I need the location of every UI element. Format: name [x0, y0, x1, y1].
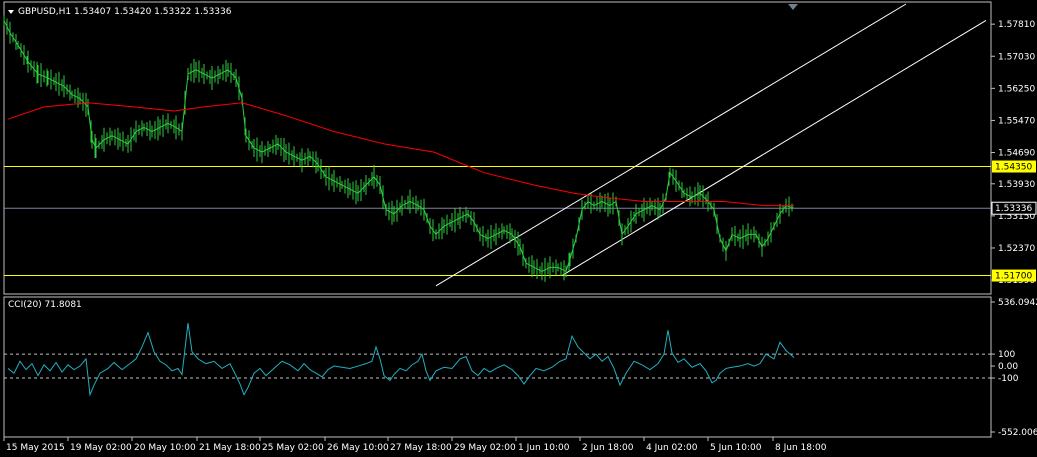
cci-label: CCI(20) 71.8081: [8, 300, 82, 310]
hline-price-label: 1.51700: [995, 272, 1032, 282]
hline-price-label: 1.54350: [995, 163, 1032, 173]
trading-chart[interactable]: 1.57810 1.57030 1.56250 1.55470 1.54690 1.539…: [0, 0, 1037, 457]
time-tick-label: 2 Jun 18:00: [582, 443, 634, 453]
time-tick-label: 20 May 10:00: [134, 443, 196, 453]
price-axis: 1.57810 1.57030 1.56250 1.55470 1.54690 1.539…: [991, 20, 1035, 286]
price-tick-label: 1.55470: [998, 116, 1035, 126]
bid-price-label: 1.53336: [995, 204, 1032, 214]
cci-tick-label: 536.0942: [998, 298, 1037, 308]
cci-tick-label: -552.0064: [998, 428, 1037, 438]
cci-tick-label: 0.00: [998, 362, 1018, 372]
cci-tick-label: 100: [998, 350, 1015, 360]
time-tick-label: 29 May 02:00: [454, 443, 516, 453]
cci-tick-label: -100: [998, 374, 1019, 384]
price-tick-label: 1.54690: [998, 149, 1035, 159]
price-tick-label: 1.57810: [998, 20, 1035, 30]
time-tick-label: 8 Jun 18:00: [775, 443, 827, 453]
price-tick-label: 1.53930: [998, 180, 1035, 190]
price-tick-label: 1.56250: [998, 84, 1035, 94]
time-tick-label: 26 May 10:00: [327, 443, 389, 453]
time-tick-label: 1 Jun 10:00: [518, 443, 570, 453]
price-tick-label: 1.57030: [998, 52, 1035, 62]
time-tick-label: 15 May 2015: [6, 443, 65, 453]
price-tick-label: 1.52370: [998, 244, 1035, 254]
symbol-header[interactable]: GBPUSD,H1 1.53407 1.53420 1.53322 1.5333…: [8, 7, 232, 17]
time-tick-label: 25 May 02:00: [262, 443, 324, 453]
time-tick-label: 19 May 02:00: [70, 443, 132, 453]
symbol-line: GBPUSD,H1 1.53407 1.53420 1.53322 1.5333…: [18, 7, 232, 17]
time-tick-label: 27 May 18:00: [390, 443, 452, 453]
chart-background: [0, 0, 1037, 457]
time-tick-label: 21 May 18:00: [199, 443, 261, 453]
time-tick-label: 4 Jun 02:00: [646, 443, 698, 453]
time-tick-label: 5 Jun 10:00: [710, 443, 762, 453]
